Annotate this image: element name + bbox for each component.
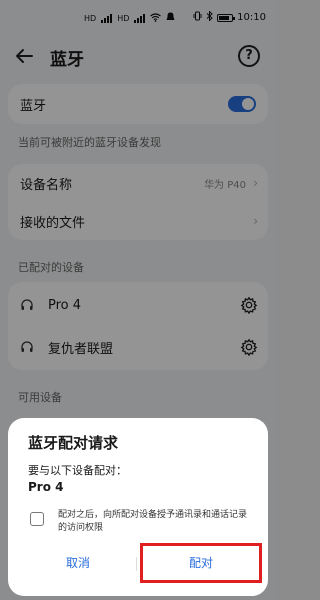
permission-checkbox[interactable] [30,512,44,526]
pair-button[interactable]: 配对 [140,543,262,583]
button-divider [136,557,137,571]
permission-text: 配对之后，向所配对设备授予通讯录和通话记录的访问权限 [58,510,248,533]
dialog-title: 蓝牙配对请求 [28,434,119,452]
dialog-prompt: 要与以下设备配对： [28,464,127,477]
dialog-device-name: Pro 4 [28,480,64,494]
cancel-button[interactable]: 取消 [28,543,128,583]
pairing-dialog: 蓝牙配对请求 要与以下设备配对： Pro 4 配对之后，向所配对设备授予通讯录和… [8,418,268,596]
